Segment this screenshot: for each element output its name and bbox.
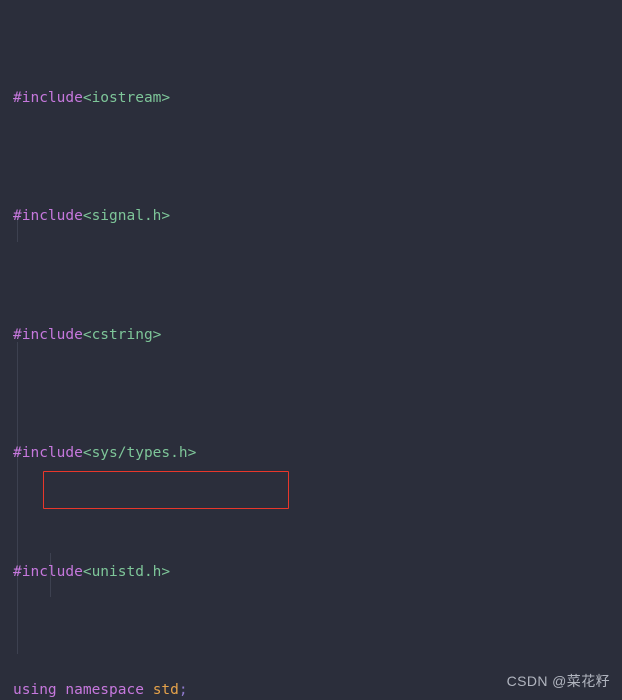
- token-header-iostream: <iostream>: [82, 89, 171, 106]
- token-header-signal: <signal.h>: [82, 208, 171, 225]
- watermark-label: CSDN @菜花籽: [506, 673, 610, 689]
- token-include-3: #include: [13, 326, 83, 343]
- token-using: using: [13, 682, 57, 699]
- token-include-5: #include: [13, 563, 83, 580]
- token-include-1: #include: [13, 89, 83, 106]
- code-line-4[interactable]: #include<sys/types.h>: [0, 442, 622, 466]
- code-editor-surface[interactable]: / > #include<iostream> #include<signal.h…: [0, 0, 622, 700]
- token-std: std: [152, 682, 179, 699]
- code-line-3[interactable]: #include<cstring>: [0, 324, 622, 348]
- token-header-systypes: <sys/types.h>: [82, 445, 197, 462]
- code-line-1[interactable]: #include<iostream>: [0, 87, 622, 111]
- token-semi-6: ;: [178, 682, 188, 699]
- code-block[interactable]: #include<iostream> #include<signal.h> #i…: [0, 0, 622, 700]
- token-header-cstring: <cstring>: [82, 326, 162, 343]
- token-include-4: #include: [13, 445, 83, 462]
- token-namespace: namespace: [65, 682, 144, 699]
- token-include-2: #include: [13, 208, 83, 225]
- token-header-unistd: <unistd.h>: [82, 563, 171, 580]
- code-line-2[interactable]: #include<signal.h>: [0, 205, 622, 229]
- code-line-5[interactable]: #include<unistd.h>: [0, 561, 622, 585]
